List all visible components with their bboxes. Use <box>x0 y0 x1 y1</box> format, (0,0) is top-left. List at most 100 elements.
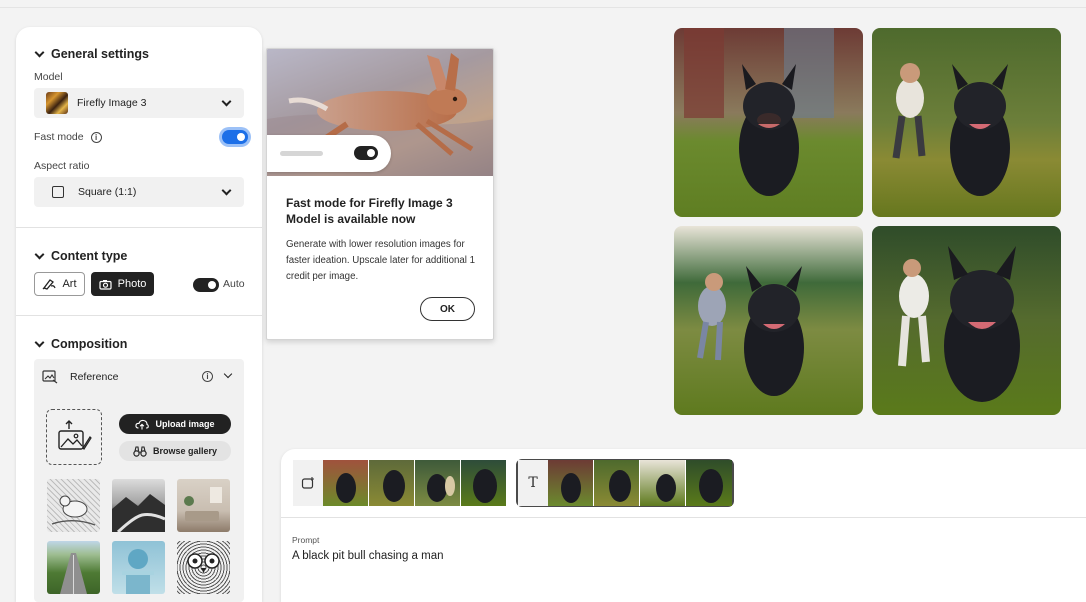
popup-toggle-card <box>267 135 391 172</box>
ok-button[interactable]: OK <box>420 297 475 321</box>
upload-image-label: Upload image <box>155 419 215 429</box>
living-room-image <box>184 487 222 521</box>
image-edit-icon <box>293 460 323 506</box>
history-thumb-image <box>656 474 676 502</box>
fast-mode-toggle[interactable] <box>222 130 248 144</box>
road-field-image <box>60 553 87 594</box>
chevron-down-icon <box>34 337 45 347</box>
history-thumb[interactable] <box>369 460 415 506</box>
result-image-3[interactable] <box>674 226 863 415</box>
top-bar <box>0 0 1086 8</box>
general-settings-section: General settings Model Firefly Image 3 F… <box>16 27 262 227</box>
reference-image-icon <box>42 370 58 384</box>
history-thumb[interactable] <box>594 460 640 506</box>
text-icon: T <box>518 460 548 506</box>
chevron-down-icon <box>34 249 45 259</box>
art-button[interactable]: Art <box>34 272 85 296</box>
history-group-2[interactable]: T <box>516 459 734 507</box>
photo-button[interactable]: Photo <box>91 272 154 296</box>
info-icon[interactable]: i <box>90 131 102 143</box>
chevron-down-icon <box>34 47 45 57</box>
gallery-thumb-living-room[interactable] <box>177 479 230 532</box>
history-thumb[interactable] <box>323 460 369 506</box>
fast-mode-popup: Fast mode for Firefly Image 3 Model is a… <box>266 48 494 340</box>
art-label: Art <box>62 278 77 290</box>
auto-toggle[interactable] <box>193 278 219 292</box>
info-icon[interactable]: i <box>202 371 213 382</box>
pit-bull-running-2 <box>872 28 1061 217</box>
photo-label: Photo <box>117 278 147 290</box>
history-thumb-image <box>383 470 405 502</box>
model-thumbnail <box>46 92 68 114</box>
binoculars-icon <box>133 445 147 457</box>
auto-label: Auto <box>223 278 245 290</box>
cloud-upload-icon <box>135 419 150 429</box>
reference-header[interactable]: Reference i <box>34 359 244 395</box>
history-thumb[interactable] <box>548 460 594 506</box>
mountain-landscape-image <box>112 494 166 534</box>
history-group-1[interactable] <box>293 459 507 507</box>
model-select[interactable]: Firefly Image 3 <box>34 88 244 118</box>
placeholder-bar <box>280 151 323 156</box>
model-label: Model <box>34 71 63 83</box>
history-thumb[interactable] <box>415 460 461 506</box>
aspect-ratio-select[interactable]: Square (1:1) <box>34 177 244 207</box>
general-settings-title: General settings <box>51 47 149 61</box>
history-thumb-image <box>427 474 455 502</box>
sketch-bird-image <box>51 495 96 526</box>
gallery-thumb-road-field[interactable] <box>47 541 100 594</box>
fast-mode-row: Fast mode i <box>34 131 102 143</box>
popup-body: Generate with lower resolution images fo… <box>286 239 476 282</box>
owl-sketch-image <box>187 553 220 573</box>
browse-gallery-label: Browse gallery <box>152 446 218 456</box>
content-type-title: Content type <box>51 249 128 263</box>
popup-rabbit-image <box>267 49 493 176</box>
history-thumb-image <box>561 473 581 503</box>
reference-box: Reference i Upload image Browse gallery <box>34 359 244 602</box>
content-type-section: Content type Art Photo Auto <box>16 228 262 315</box>
popup-title: Fast mode for Firefly Image 3 Model is a… <box>286 196 453 226</box>
image-edit-glyph <box>301 477 314 489</box>
prompt-panel: T Prompt A black pit bull chasing a man <box>281 449 1086 602</box>
pit-bull-running-3 <box>674 226 863 415</box>
upload-image-button[interactable]: Upload image <box>119 414 231 434</box>
upload-image-icon <box>58 420 92 450</box>
reference-label: Reference <box>70 371 119 383</box>
gallery-thumb-mountain-landscape[interactable] <box>112 479 166 534</box>
gallery-thumb-blue-sphere[interactable] <box>112 541 165 594</box>
history-thumb[interactable] <box>686 460 732 506</box>
aspect-ratio-value: Square (1:1) <box>78 186 137 198</box>
brush-icon <box>43 279 57 290</box>
history-thumb[interactable] <box>461 460 507 506</box>
illustration-toggle <box>354 146 378 160</box>
chevron-down-icon[interactable] <box>223 369 233 379</box>
model-value: Firefly Image 3 <box>77 97 147 109</box>
gallery-thumb-sketch-bird[interactable] <box>47 479 100 532</box>
browse-gallery-button[interactable]: Browse gallery <box>119 441 231 461</box>
result-image-1[interactable] <box>674 28 863 217</box>
prompt-label: Prompt <box>292 535 320 545</box>
fast-mode-label: Fast mode <box>34 131 84 143</box>
upload-drop-zone[interactable] <box>46 409 102 465</box>
square-icon <box>52 186 64 198</box>
content-type-header[interactable]: Content type <box>34 249 128 263</box>
pit-bull-running-1 <box>674 28 863 217</box>
prompt-input[interactable]: A black pit bull chasing a man <box>292 550 444 562</box>
camera-icon <box>99 279 112 290</box>
gallery-thumb-owl-sketch[interactable] <box>177 541 230 594</box>
blue-sphere-image <box>122 549 154 594</box>
result-image-2[interactable] <box>872 28 1061 217</box>
history-thumb-image <box>336 473 356 503</box>
composition-header[interactable]: Composition <box>34 337 128 351</box>
settings-panel: General settings Model Firefly Image 3 F… <box>16 27 262 602</box>
history-thumb[interactable] <box>640 460 686 506</box>
pit-bull-running-4 <box>872 226 1061 415</box>
divider <box>281 517 1086 518</box>
history-thumb-image <box>473 469 497 503</box>
general-settings-header[interactable]: General settings <box>34 47 149 61</box>
aspect-ratio-label: Aspect ratio <box>34 160 90 172</box>
composition-title: Composition <box>51 337 128 351</box>
result-image-4[interactable] <box>872 226 1061 415</box>
chevron-down-icon <box>221 185 232 196</box>
history-thumb-image <box>609 470 631 502</box>
